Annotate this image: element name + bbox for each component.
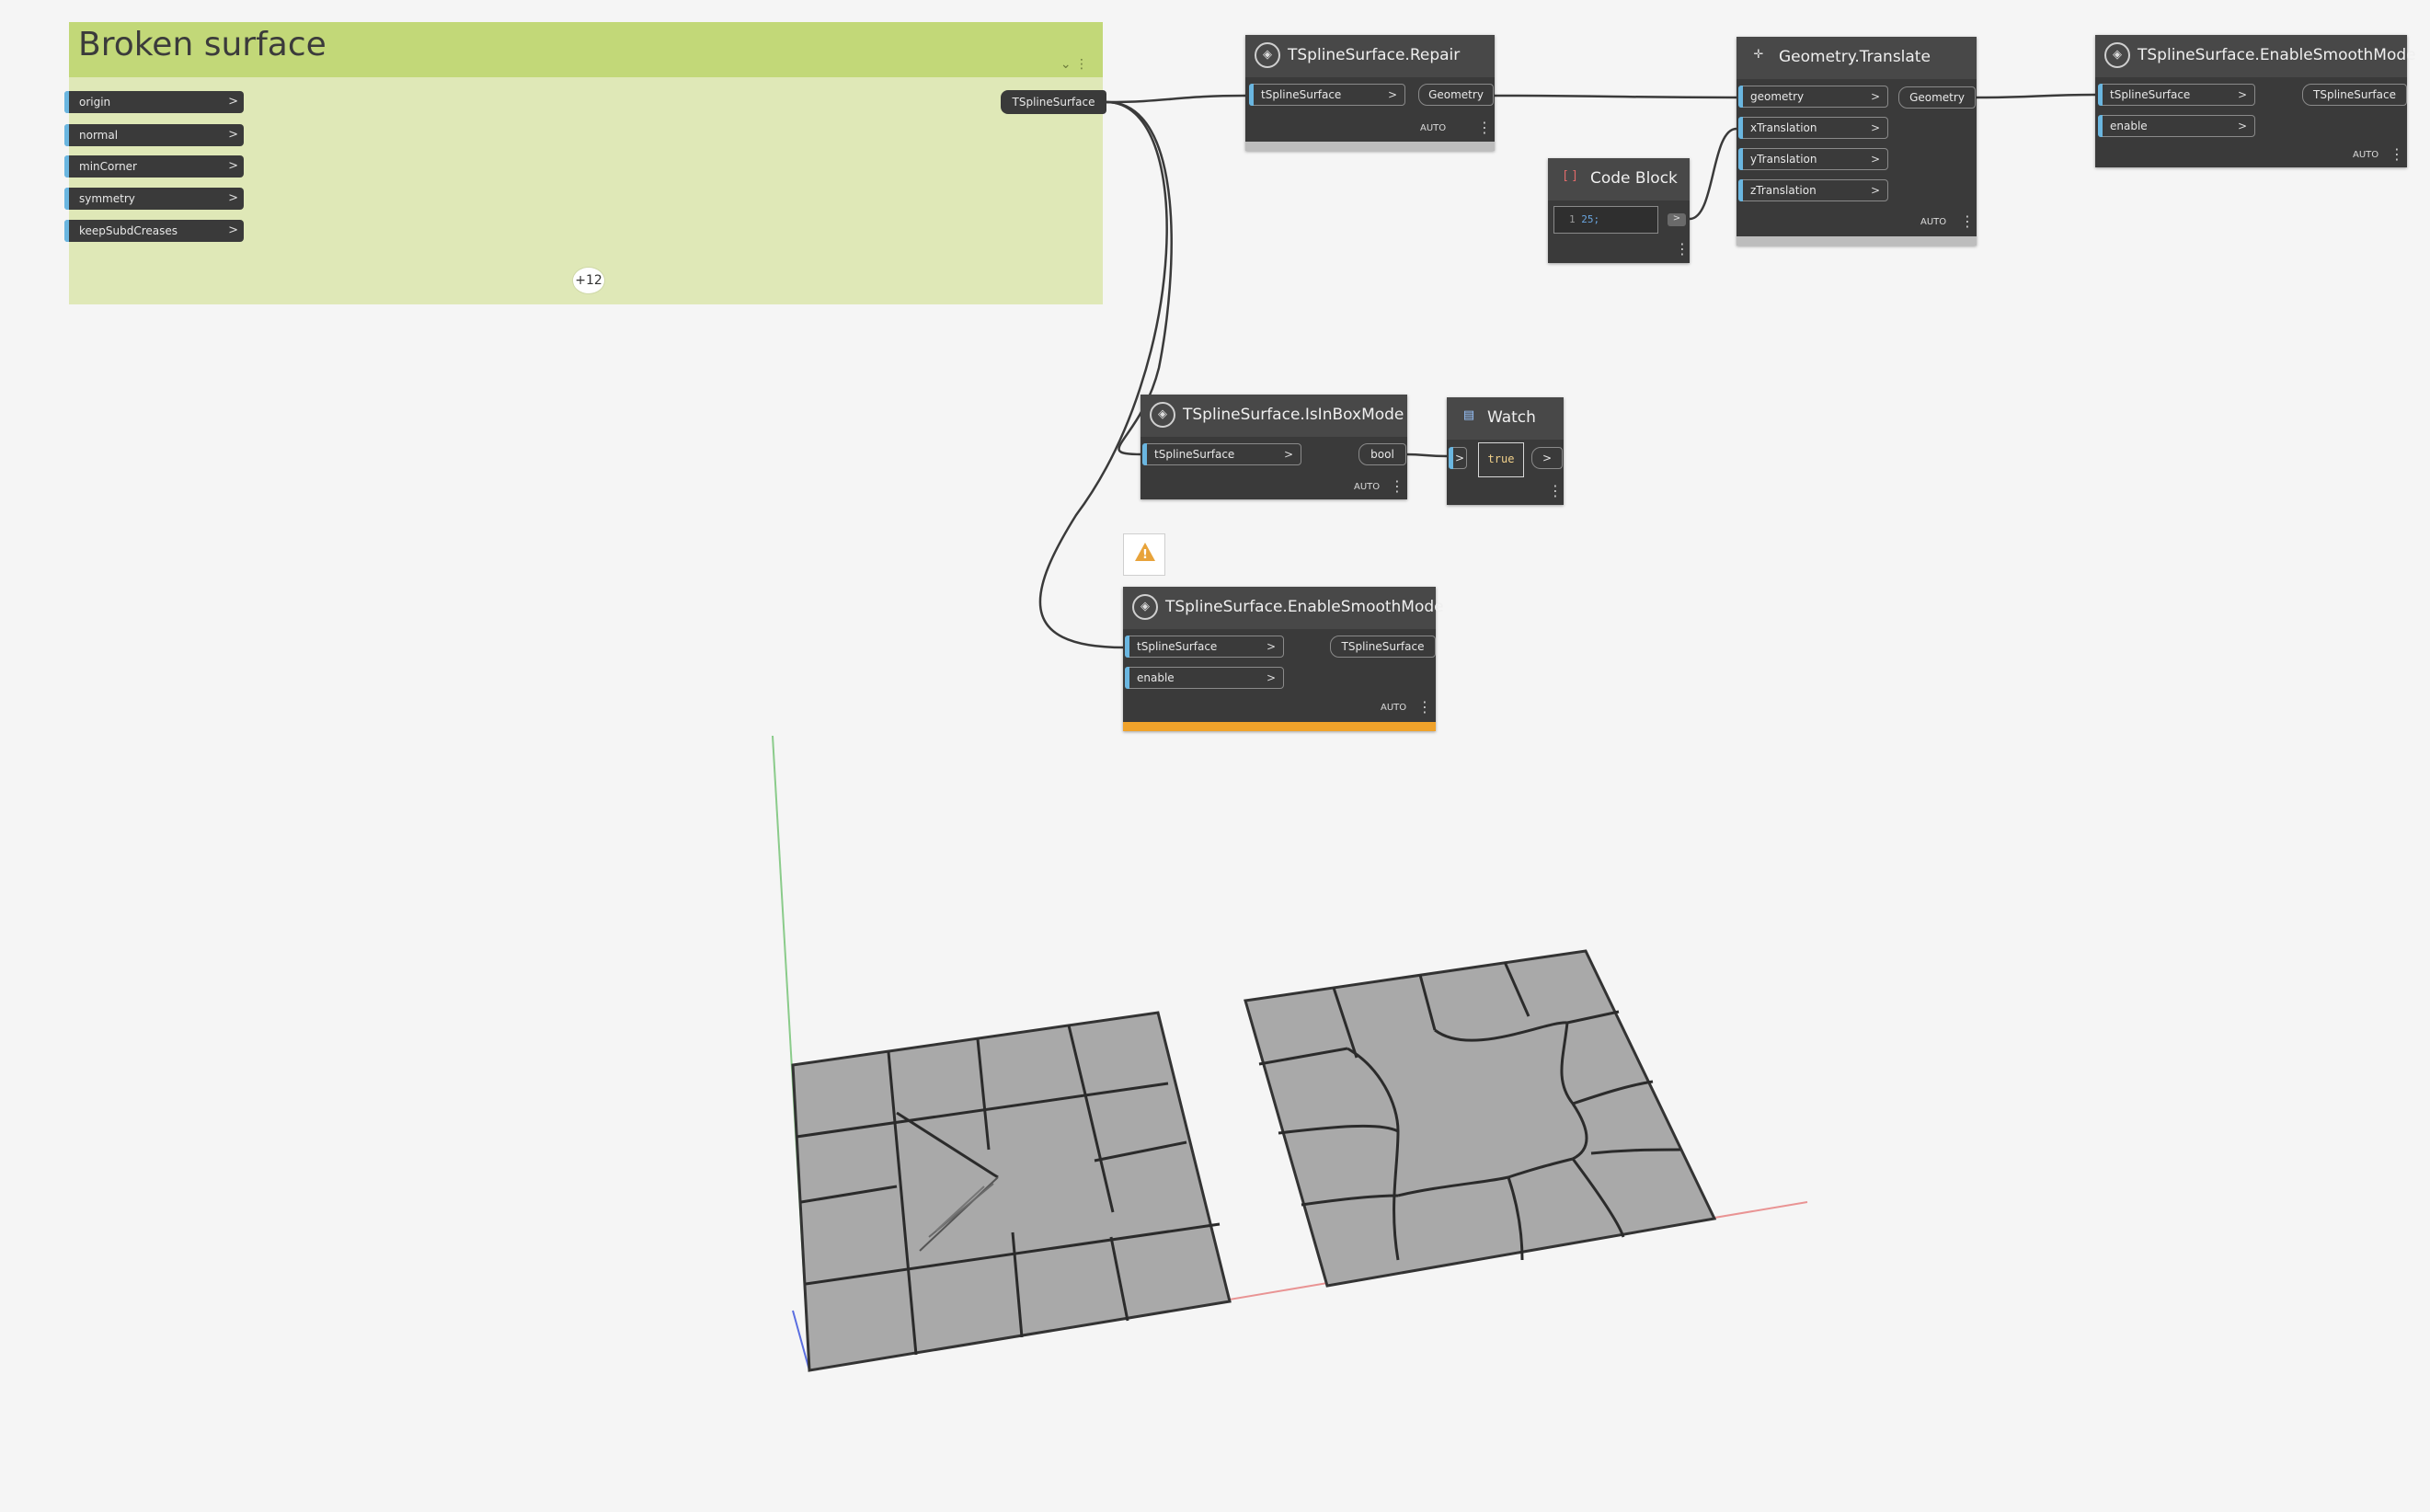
more-options-icon[interactable]: ⋮ [1390, 479, 1404, 494]
input-tsplinesurface[interactable]: tSplineSurface > [1125, 636, 1284, 658]
input-enable[interactable]: enable > [1125, 667, 1284, 689]
node-header[interactable]: ◈ TSplineSurface.EnableSmoothMode [1123, 587, 1444, 629]
group-more-count[interactable]: +12 [572, 267, 605, 294]
output-tsplinesurface[interactable]: TSplineSurface [1330, 636, 1436, 658]
node-title: TSplineSurface.IsInBoxMode [1183, 406, 1404, 424]
node-title: Watch [1487, 408, 1536, 427]
watch-value: true [1478, 442, 1524, 477]
node-isinboxmode[interactable]: ◈ TSplineSurface.IsInBoxMode tSplineSurf… [1140, 395, 1407, 499]
code-text: 25; [1581, 213, 1600, 225]
node-code-block[interactable]: [ ] Code Block 1 25; > ⋮ [1548, 158, 1690, 263]
group-title: Broken surface [78, 26, 327, 63]
watch-icon: ▤ [1462, 408, 1475, 422]
more-options-icon[interactable]: ⋮ [1548, 484, 1563, 498]
node-title: TSplineSurface.EnableSmoothMode [2138, 46, 2416, 64]
watch-output-port[interactable]: > [1531, 447, 1563, 469]
lacing-label[interactable]: AUTO [1920, 217, 1946, 227]
node-status-bar [1245, 142, 1495, 151]
node-geometry-translate[interactable]: ✛ Geometry.Translate geometry > xTranslat… [1737, 37, 1977, 246]
more-options-icon[interactable]: ⋮ [1417, 700, 1432, 715]
input-ytranslation[interactable]: yTranslation > [1738, 148, 1888, 170]
group-input-mincorner[interactable]: minCorner > [64, 155, 244, 178]
output-geometry[interactable]: Geometry [1898, 86, 1976, 109]
more-options-icon[interactable]: ⋮ [1477, 120, 1492, 135]
node-watch[interactable]: ▤ Watch > true > ⋮ [1447, 397, 1564, 505]
input-ztranslation[interactable]: zTranslation > [1738, 179, 1888, 201]
lacing-label[interactable]: AUTO [1354, 482, 1380, 492]
node-icon: ◈ [1255, 42, 1280, 68]
line-number: 1 [1569, 213, 1576, 225]
watch-input-port[interactable]: > [1449, 447, 1467, 469]
code-editor[interactable]: 1 25; [1553, 206, 1658, 234]
lacing-label[interactable]: AUTO [1420, 123, 1446, 133]
node-icon: ◈ [1150, 402, 1175, 428]
code-output-port[interactable]: > [1668, 213, 1686, 226]
dynamo-canvas[interactable]: Broken surface ⌄ ⋮ +12 origin > normal > m… [0, 0, 2430, 1512]
node-warning-bar [1123, 722, 1436, 731]
warning-icon[interactable]: ! [1123, 533, 1165, 576]
node-header[interactable]: [ ] Code Block [1548, 158, 1690, 200]
input-xtranslation[interactable]: xTranslation > [1738, 117, 1888, 139]
group-input-normal[interactable]: normal > [64, 124, 244, 146]
input-geometry[interactable]: geometry > [1738, 86, 1888, 108]
node-header[interactable]: ▤ Watch [1447, 397, 1564, 440]
collapse-icon[interactable]: ⌄ ⋮ [1060, 57, 1088, 72]
node-icon: ◈ [1132, 594, 1158, 620]
broken-surface-preview [791, 1011, 1232, 1372]
smooth-surface-preview [1244, 949, 1717, 1288]
input-tsplinesurface[interactable]: tSplineSurface > [1249, 84, 1405, 106]
more-options-icon[interactable]: ⋮ [1675, 242, 1690, 257]
input-tsplinesurface[interactable]: tSplineSurface > [1142, 443, 1301, 465]
translate-icon: ✛ [1753, 48, 1764, 62]
node-enablesmoothmode-top[interactable]: ◈ TSplineSurface.EnableSmoothMode tSplin… [2095, 35, 2416, 167]
lacing-label[interactable]: AUTO [2353, 150, 2378, 160]
input-tsplinesurface[interactable]: tSplineSurface > [2098, 84, 2255, 106]
node-header[interactable]: ✛ Geometry.Translate [1737, 37, 1977, 79]
node-tsplinesurface-repair[interactable]: ◈ TSplineSurface.Repair tSplineSurface > … [1245, 35, 1495, 151]
node-header[interactable]: ◈ TSplineSurface.IsInBoxMode [1140, 395, 1407, 437]
code-block-icon: [ ] [1563, 169, 1577, 183]
node-title: TSplineSurface.Repair [1288, 46, 1461, 64]
output-bool[interactable]: bool [1358, 443, 1406, 465]
warning-exclamation: ! [1142, 548, 1148, 562]
node-title: TSplineSurface.EnableSmoothMode [1165, 598, 1444, 616]
more-options-icon[interactable]: ⋮ [2390, 147, 2404, 162]
group-input-symmetry[interactable]: symmetry > [64, 188, 244, 210]
input-enable[interactable]: enable > [2098, 115, 2255, 137]
node-header[interactable]: ◈ TSplineSurface.Repair [1245, 35, 1495, 77]
group-input-keepsubdcreases[interactable]: keepSubdCreases > [64, 220, 244, 242]
node-title: Geometry.Translate [1779, 48, 1931, 66]
more-options-icon[interactable]: ⋮ [1960, 214, 1975, 229]
node-icon: ◈ [2104, 42, 2130, 68]
node-enablesmoothmode-bottom[interactable]: ◈ TSplineSurface.EnableSmoothMode tSplin… [1123, 587, 1444, 731]
output-geometry[interactable]: Geometry [1418, 84, 1494, 106]
group-output-tsplinesurface[interactable]: TSplineSurface [1001, 90, 1106, 114]
lacing-label[interactable]: AUTO [1381, 703, 1406, 713]
group-header[interactable]: Broken surface ⌄ ⋮ [69, 22, 1103, 77]
node-status-bar [1737, 236, 1977, 246]
node-title: Code Block [1590, 169, 1678, 188]
group-input-origin[interactable]: origin > [64, 91, 244, 113]
output-tsplinesurface[interactable]: TSplineSurface [2302, 84, 2407, 106]
node-header[interactable]: ◈ TSplineSurface.EnableSmoothMode [2095, 35, 2416, 77]
